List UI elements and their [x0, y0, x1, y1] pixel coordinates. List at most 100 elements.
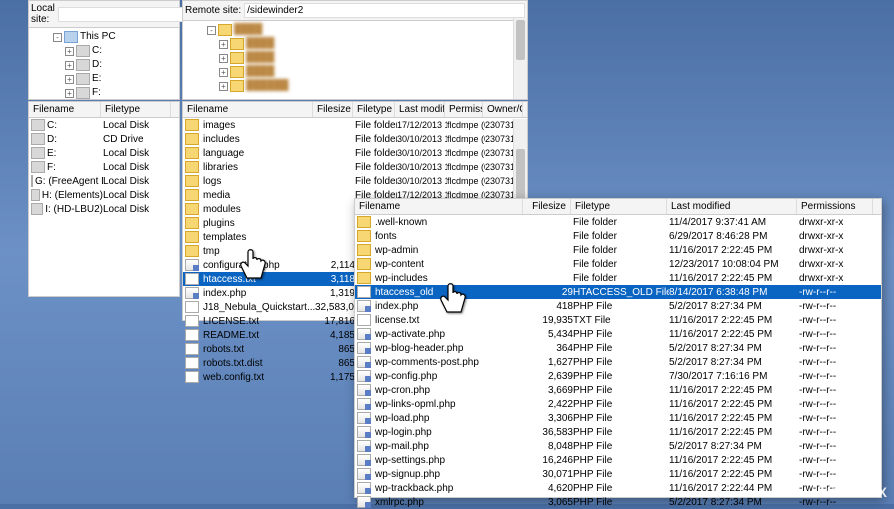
folder-icon [185, 161, 199, 173]
list-item[interactable]: wp-trackback.php4,620PHP File11/16/2017 … [355, 481, 881, 495]
col-perm[interactable]: Permissions [797, 199, 873, 214]
expand-icon[interactable]: + [65, 75, 74, 84]
list-item[interactable]: wp-blog-header.php364PHP File5/2/2017 8:… [355, 341, 881, 355]
list-item[interactable]: htaccess_old29HTACCESS_OLD File8/14/2017… [355, 285, 881, 299]
col-filetype[interactable]: Filetype [571, 199, 667, 214]
list-item[interactable]: fontsFile folder6/29/2017 8:46:28 PMdrwx… [355, 229, 881, 243]
list-item[interactable]: librariesFile folder30/10/2013 1...flcdm… [183, 160, 527, 174]
remote-list-header[interactable]: Filename Filesize Filetype Last modified… [183, 102, 527, 118]
list-item[interactable]: D:CD Drive [29, 132, 179, 146]
filesize: 2,422 [525, 399, 573, 410]
col-filetype[interactable]: Filetype [101, 102, 171, 117]
permissions: -rw-r--r-- [799, 427, 875, 438]
txt-icon [185, 301, 199, 313]
filetype: Local Disk [103, 204, 173, 215]
list-item[interactable]: wp-includesFile folder11/16/2017 2:22:45… [355, 271, 881, 285]
modified: 8/14/2017 6:38:48 PM [669, 287, 799, 298]
list-item[interactable]: I: (HD-LBU2)Local Disk [29, 202, 179, 216]
list-item[interactable]: wp-signup.php30,071PHP File11/16/2017 2:… [355, 467, 881, 481]
list-item[interactable]: wp-login.php36,583PHP File11/16/2017 2:2… [355, 425, 881, 439]
folder-icon [185, 217, 199, 229]
tree-node[interactable]: +C: [31, 44, 177, 58]
filename: images [203, 120, 235, 131]
col-modified[interactable]: Last modified [667, 199, 797, 214]
filesize: 8,048 [525, 441, 573, 452]
filetype: File folder [355, 148, 397, 159]
remote-tree[interactable]: -████ +████ +████ +████ +██████ [183, 21, 527, 95]
list-item[interactable]: wp-mail.php8,048PHP File5/2/2017 8:27:34… [355, 439, 881, 453]
expand-icon[interactable]: + [65, 47, 74, 56]
scroll-thumb[interactable] [516, 20, 525, 60]
col-filename[interactable]: Filename [355, 199, 523, 214]
list-item[interactable]: .well-knownFile folder11/4/2017 9:37:41 … [355, 215, 881, 229]
filetype: PHP File [573, 455, 669, 466]
local-site-path-input[interactable] [58, 7, 196, 22]
list-item[interactable]: xmlrpc.php3,065PHP File5/2/2017 8:27:34 … [355, 495, 881, 509]
folder-icon [218, 24, 232, 36]
expand-icon[interactable]: + [219, 68, 228, 77]
folder-icon [185, 189, 199, 201]
detail-list-header[interactable]: Filename Filesize Filetype Last modified… [355, 199, 881, 215]
list-item[interactable]: wp-comments-post.php1,627PHP File5/2/201… [355, 355, 881, 369]
filesize: 19,935 [525, 315, 573, 326]
filename: LICENSE.txt [203, 316, 259, 327]
tree-node[interactable]: -This PC [31, 30, 177, 44]
col-filename[interactable]: Filename [29, 102, 101, 117]
filetype: Local Disk [103, 120, 173, 131]
php-icon [357, 356, 371, 368]
expand-icon[interactable]: + [65, 61, 74, 70]
remote-site-path-input[interactable] [244, 3, 525, 18]
col-modified[interactable]: Last modified [395, 102, 445, 117]
filesize: 2,114 [315, 260, 355, 271]
list-item[interactable]: H: (Elements)Local Disk [29, 188, 179, 202]
list-item[interactable]: includesFile folder30/10/2013 1...flcdmp… [183, 132, 527, 146]
list-item[interactable]: wp-settings.php16,246PHP File11/16/2017 … [355, 453, 881, 467]
list-item[interactable]: wp-load.php3,306PHP File11/16/2017 2:22:… [355, 411, 881, 425]
modified: 11/16/2017 2:22:44 PM [669, 483, 799, 494]
col-filename[interactable]: Filename [183, 102, 313, 117]
list-item[interactable]: F:Local Disk [29, 160, 179, 174]
drive-icon [31, 175, 33, 187]
list-item[interactable]: wp-activate.php5,434PHP File11/16/2017 2… [355, 327, 881, 341]
list-item[interactable]: E:Local Disk [29, 146, 179, 160]
col-perm[interactable]: Permissions [445, 102, 483, 117]
expand-icon[interactable]: + [219, 54, 228, 63]
tree-node[interactable]: +E: [31, 72, 177, 86]
tree-node[interactable]: +D: [31, 58, 177, 72]
expand-icon[interactable]: + [219, 40, 228, 49]
list-item[interactable]: logsFile folder30/10/2013 1...flcdmpe (0… [183, 174, 527, 188]
filetype: PHP File [573, 343, 669, 354]
filename: wp-cron.php [375, 385, 430, 396]
list-item[interactable]: wp-links-opml.php2,422PHP File11/16/2017… [355, 397, 881, 411]
col-filesize[interactable]: Filesize [313, 102, 353, 117]
expand-icon[interactable]: - [53, 33, 62, 42]
filesize: 16,246 [525, 455, 573, 466]
scrollbar[interactable] [513, 18, 527, 99]
expand-icon[interactable]: + [219, 82, 228, 91]
list-item[interactable]: languageFile folder30/10/2013 1...flcdmp… [183, 146, 527, 160]
filetype: CD Drive [103, 134, 173, 145]
filesize: 29 [525, 287, 573, 298]
list-item[interactable]: wp-contentFile folder12/23/2017 10:08:04… [355, 257, 881, 271]
drv-icon [76, 73, 90, 85]
col-filetype[interactable]: Filetype [353, 102, 395, 117]
local-list-header[interactable]: Filename Filetype [29, 102, 179, 118]
local-site-pane: Local site: -This PC+C:+D:+E:+F:+G: (Fre… [28, 0, 180, 100]
tree-node[interactable]: +F: [31, 86, 177, 100]
list-item[interactable]: index.php418PHP File5/2/2017 8:27:34 PM-… [355, 299, 881, 313]
expand-icon[interactable]: + [65, 89, 74, 98]
list-item[interactable]: license.txt19,935TXT File11/16/2017 2:22… [355, 313, 881, 327]
list-item[interactable]: imagesFile folder17/12/2013 1...flcdmpe … [183, 118, 527, 132]
filesize: 865 [315, 358, 355, 369]
list-item[interactable]: G: (FreeAgent Dr...Local Disk [29, 174, 179, 188]
list-item[interactable]: C:Local Disk [29, 118, 179, 132]
list-item[interactable]: wp-cron.php3,669PHP File11/16/2017 2:22:… [355, 383, 881, 397]
permissions: drwxr-xr-x [799, 217, 875, 228]
list-item[interactable]: wp-config.php2,639PHP File7/30/2017 7:16… [355, 369, 881, 383]
list-item[interactable]: wp-adminFile folder11/16/2017 2:22:45 PM… [355, 243, 881, 257]
col-owner[interactable]: Owner/Group [483, 102, 523, 117]
filesize: 32,583,014 [315, 302, 355, 313]
expand-icon[interactable]: - [207, 26, 216, 35]
filename: logs [203, 176, 221, 187]
col-filesize[interactable]: Filesize [523, 199, 571, 214]
